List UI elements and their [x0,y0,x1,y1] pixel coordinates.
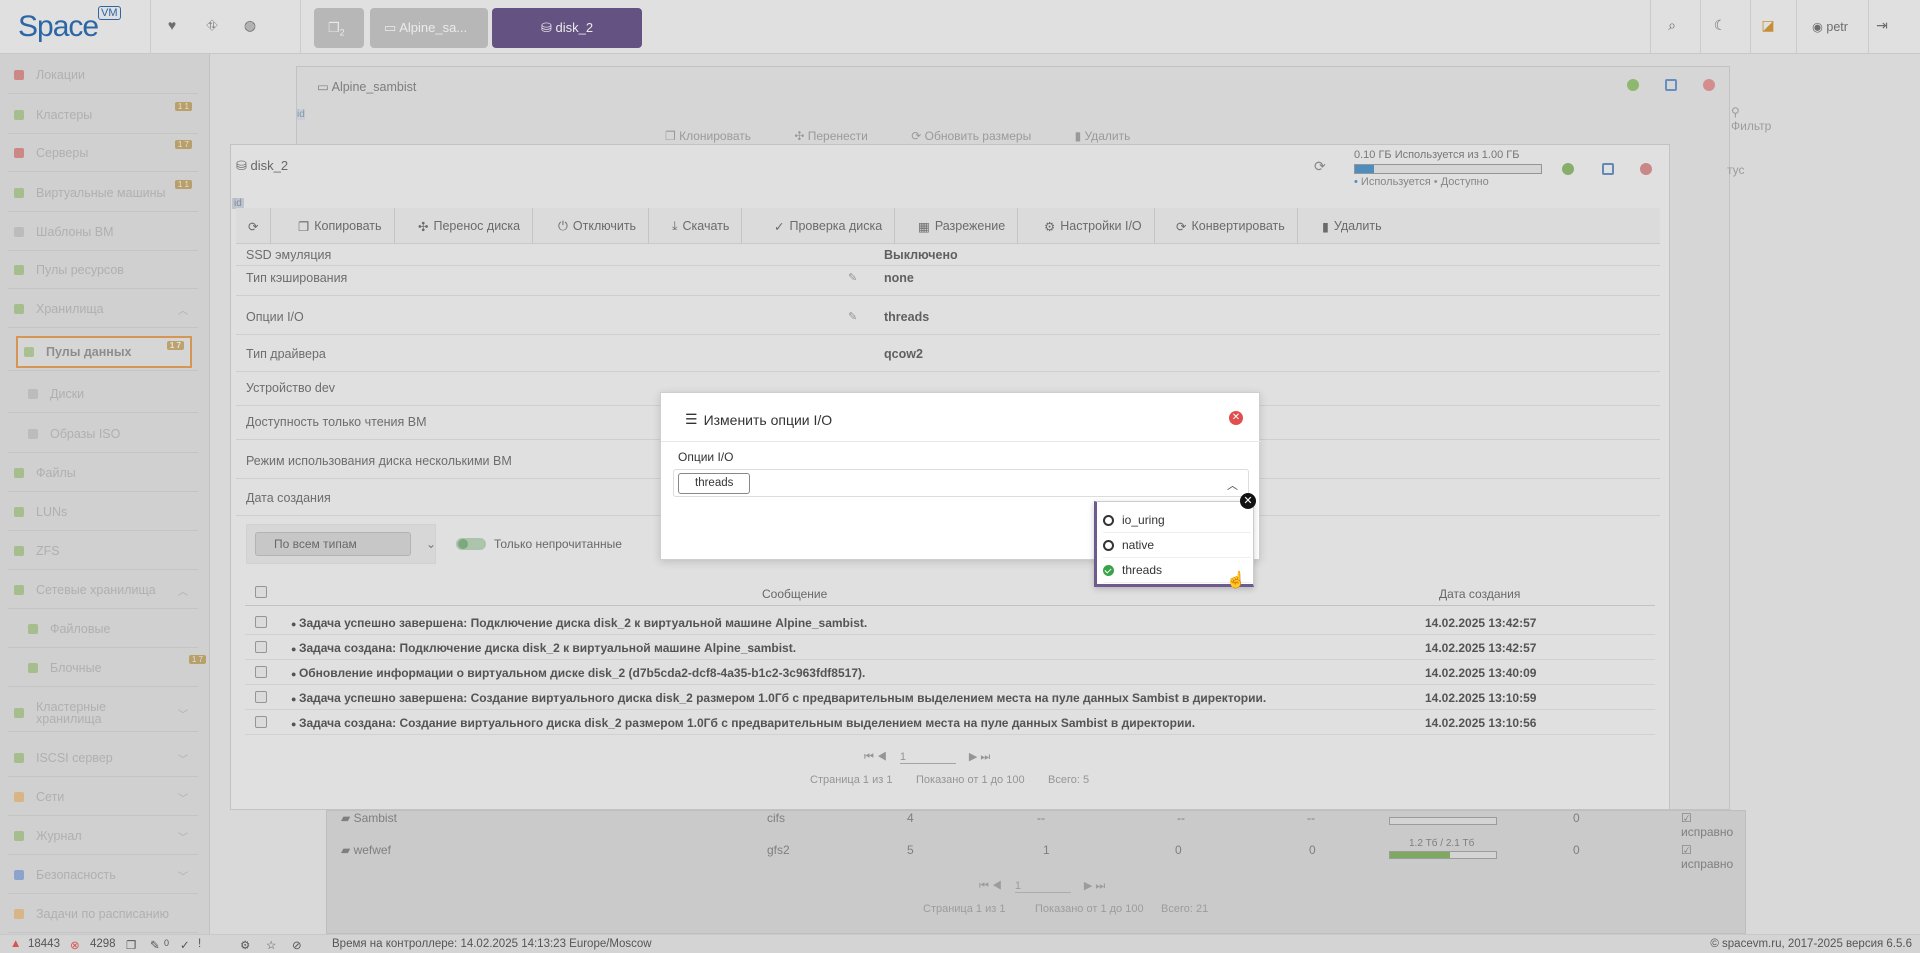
tools-icon[interactable]: ✎ [150,938,160,952]
star-icon[interactable]: ☆ [266,938,276,952]
tools-count: 0 [164,938,170,948]
radio-icon [1103,514,1114,526]
dropdown-option[interactable]: native [1103,533,1251,558]
dropdown-option-label: native [1122,538,1155,552]
ban-icon[interactable]: ⊘ [292,938,302,952]
error-icon[interactable]: ⊗ [70,938,80,952]
close-icon[interactable]: ✕ [1229,411,1243,425]
sliders-icon: ☰ [685,411,698,427]
copyright-text: © spacevm.ru, 2017-2025 версия 6.5.6 [1710,938,1912,950]
io-options-label: Опции I/O [678,450,734,464]
warnings-count[interactable]: 18443 [28,938,60,950]
status-bar: ▲ 18443 ⊗ 4298 ❐ ✎ 0 ✓ ! ⚙ ☆ ⊘ Время на … [0,934,1920,953]
copy-icon[interactable]: ❐ [126,938,136,952]
settings-icon[interactable]: ⚙ [240,938,250,952]
controller-time: Время на контроллере: 14.02.2025 14:13:2… [332,938,652,950]
chevron-up-icon[interactable]: ︿ [1227,477,1238,493]
check-icon[interactable]: ✓ [180,938,190,952]
modal-divider [661,441,1261,442]
radio-checked-icon [1103,564,1114,576]
dropdown-option[interactable]: io_uring [1103,508,1251,533]
errors-count[interactable]: 4298 [90,938,116,950]
dropdown-option-label: io_uring [1122,513,1165,527]
io-options-select[interactable]: threads ︿ [673,469,1249,497]
alert-icon[interactable]: ! [198,938,201,950]
radio-icon [1103,539,1114,551]
dropdown-option-label: threads [1122,563,1163,577]
warning-icon[interactable]: ▲ [10,938,21,950]
clear-icon[interactable]: ✕ [1240,493,1256,509]
cursor-hand-icon: ☝ [1226,572,1246,589]
selected-option-chip[interactable]: threads [678,473,751,494]
modal-title: ☰ Изменить опции I/O [685,411,833,428]
